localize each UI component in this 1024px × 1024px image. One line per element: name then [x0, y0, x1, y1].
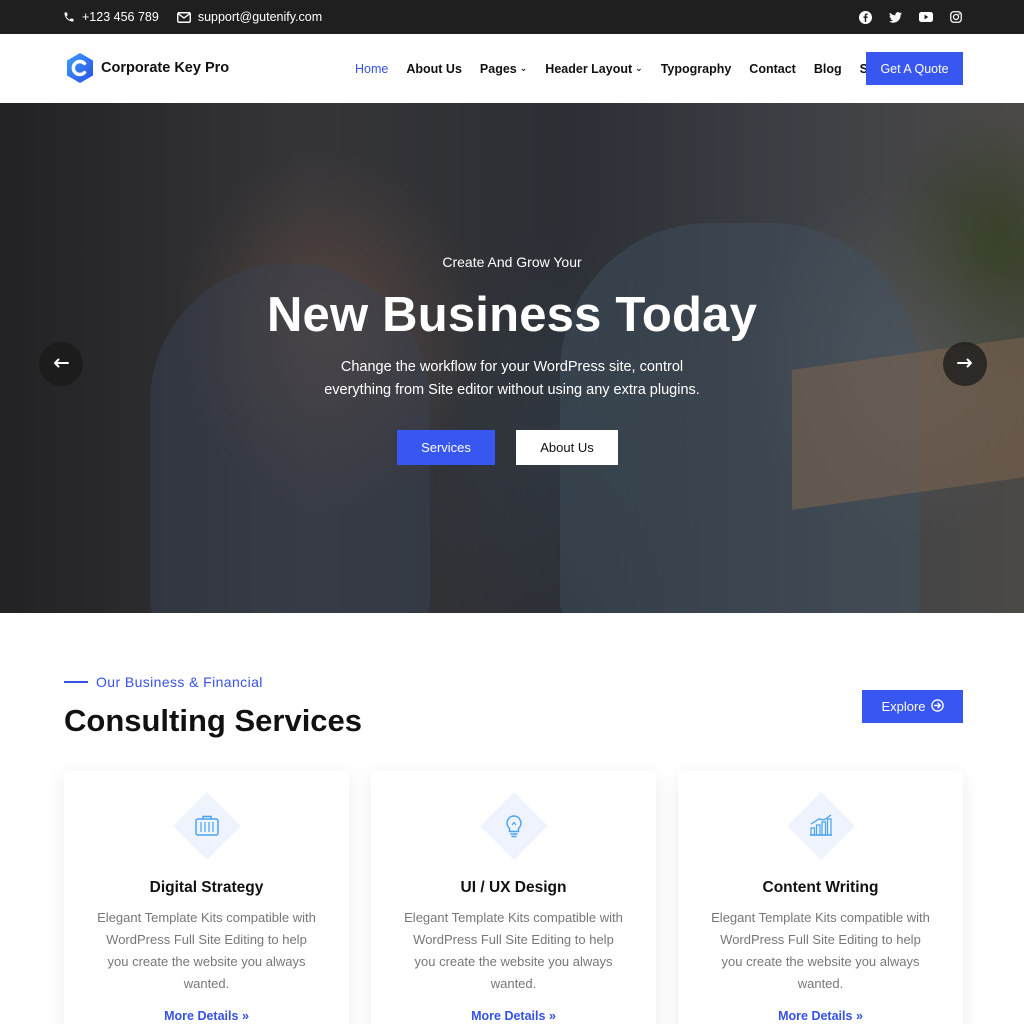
- nav-item-typography[interactable]: Typography: [661, 62, 732, 76]
- nav-label: Typography: [660, 61, 732, 76]
- service-card-text: Elegant Template Kits compatible with Wo…: [97, 910, 316, 991]
- hero-slider: Create And Grow Your New Business Today …: [0, 103, 1024, 613]
- more-details-link[interactable]: More Details »: [64, 1009, 349, 1023]
- service-card: Digital Strategy Elegant Template Kits c…: [64, 771, 349, 1024]
- nav-item-header-layout[interactable]: Header Layout ⌄: [545, 62, 642, 76]
- arrow-right-icon: [957, 355, 973, 373]
- eyebrow-line: [64, 681, 88, 683]
- chevron-down-icon: ⌄: [635, 63, 643, 73]
- double-chevron-right-icon: »: [241, 1009, 249, 1023]
- nav-label: About Us: [406, 61, 462, 76]
- logo-mark-icon: [64, 52, 96, 84]
- more-details-link[interactable]: More Details »: [678, 1009, 963, 1023]
- more-details-link[interactable]: More Details »: [371, 1009, 656, 1023]
- eyebrow-text: Our Business & Financial: [96, 674, 263, 690]
- service-card: Content Writing Elegant Template Kits co…: [678, 771, 963, 1024]
- hero-overline: Create And Grow Your: [442, 254, 582, 270]
- service-card-title: UI / UX Design: [460, 879, 567, 896]
- main-nav: Home About Us Pages ⌄ Header Layout ⌄ Typo…: [355, 34, 909, 103]
- arrow-left-icon: [53, 355, 69, 373]
- email-contact[interactable]: support@gutenify.com: [176, 10, 323, 24]
- hero-description-line: everything from Site editor without usin…: [324, 382, 700, 398]
- about-us-button[interactable]: About Us: [516, 430, 618, 465]
- explore-button[interactable]: Explore: [862, 690, 963, 723]
- lightbulb-icon: [479, 791, 549, 861]
- site-header: Corporate Key Pro Home About Us Pages ⌄ H…: [0, 34, 1024, 103]
- explore-label: Explore: [881, 699, 926, 714]
- section-title: Consulting Services: [64, 703, 363, 738]
- nav-item-home[interactable]: Home: [355, 62, 388, 76]
- get-a-quote-button[interactable]: Get A Quote: [866, 52, 963, 85]
- nav-label: Blog: [813, 61, 842, 76]
- hero-headline: New Business Today: [266, 288, 758, 342]
- more-details-label: More Details: [471, 1009, 546, 1023]
- phone-icon: [63, 11, 75, 23]
- nav-label: Header Layout: [545, 61, 633, 76]
- nav-item-blog[interactable]: Blog: [814, 62, 842, 76]
- nav-label: Pages: [479, 61, 517, 76]
- phone-contact[interactable]: +123 456 789: [63, 10, 159, 24]
- twitter-icon[interactable]: [889, 11, 902, 23]
- service-card-title: Content Writing: [762, 879, 879, 896]
- growth-chart-icon: [786, 791, 856, 861]
- nav-item-contact[interactable]: Contact: [749, 62, 796, 76]
- double-chevron-right-icon: »: [855, 1009, 863, 1023]
- chevron-down-icon: ⌄: [519, 63, 528, 73]
- logo-text: Corporate Key Pro: [101, 60, 230, 76]
- nav-label: Home: [355, 61, 389, 76]
- site-logo[interactable]: Corporate Key Pro: [64, 52, 229, 84]
- nav-item-about-us[interactable]: About Us: [406, 62, 462, 76]
- phone-number: +123 456 789: [82, 10, 159, 24]
- more-details-label: More Details: [778, 1009, 853, 1023]
- instagram-icon[interactable]: [950, 11, 962, 23]
- slider-next-button[interactable]: [943, 342, 987, 386]
- hero-description-line: Change the workflow for your WordPress s…: [340, 359, 684, 375]
- briefcase-icon: [172, 791, 242, 861]
- service-card-text: Elegant Template Kits compatible with Wo…: [711, 910, 930, 991]
- service-card-text: Elegant Template Kits compatible with Wo…: [404, 910, 623, 991]
- service-card: UI / UX Design Elegant Template Kits com…: [371, 771, 656, 1024]
- arrow-circle-right-icon: [930, 698, 944, 715]
- more-details-label: More Details: [164, 1009, 239, 1023]
- social-links: [859, 0, 962, 34]
- contact-info: +123 456 789 support@gutenify.com: [63, 0, 322, 34]
- hero-description: Change the workflow for your WordPress s…: [0, 356, 1024, 402]
- nav-label: Contact: [749, 61, 796, 76]
- services-button[interactable]: Services: [397, 430, 495, 465]
- service-card-title: Digital Strategy: [149, 879, 264, 896]
- section-eyebrow: Our Business & Financial: [64, 674, 263, 690]
- envelope-icon: [176, 11, 191, 23]
- top-bar: +123 456 789 support@gutenify.com: [0, 0, 1024, 34]
- email-address: support@gutenify.com: [197, 10, 323, 24]
- facebook-icon[interactable]: [859, 10, 872, 24]
- nav-item-pages[interactable]: Pages ⌄: [480, 62, 527, 76]
- double-chevron-right-icon: »: [548, 1009, 556, 1023]
- slider-prev-button[interactable]: [39, 342, 83, 386]
- youtube-icon[interactable]: [919, 12, 933, 22]
